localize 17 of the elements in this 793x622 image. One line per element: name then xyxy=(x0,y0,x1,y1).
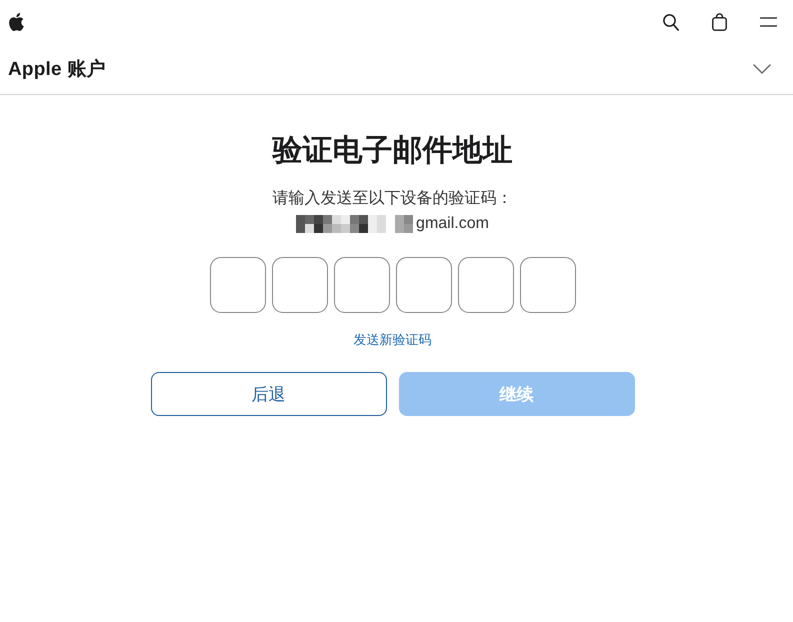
code-input-field[interactable] xyxy=(520,257,576,313)
code-input-field[interactable] xyxy=(458,257,514,313)
code-input-field[interactable] xyxy=(272,257,328,313)
back-button[interactable]: 后退 xyxy=(150,372,386,416)
email-address-text: gmail.com xyxy=(416,214,489,234)
search-icon[interactable] xyxy=(663,14,679,30)
form-heading: 验证电子邮件地址 xyxy=(272,133,512,169)
page-title: Apple 账户 xyxy=(8,58,106,82)
shopping-bag-icon[interactable] xyxy=(712,13,727,31)
apple-icon[interactable] xyxy=(9,13,24,31)
code-input-field[interactable] xyxy=(334,257,390,313)
chevron-down-icon[interactable] xyxy=(753,64,771,74)
code-input-field[interactable] xyxy=(396,257,452,313)
menu-icon[interactable] xyxy=(760,17,777,27)
resend-code-link[interactable]: 发送新验证码 xyxy=(354,331,432,349)
code-input-field[interactable] xyxy=(210,257,266,313)
instruction-text: 请输入发送至以下设备的验证码： xyxy=(272,188,512,209)
